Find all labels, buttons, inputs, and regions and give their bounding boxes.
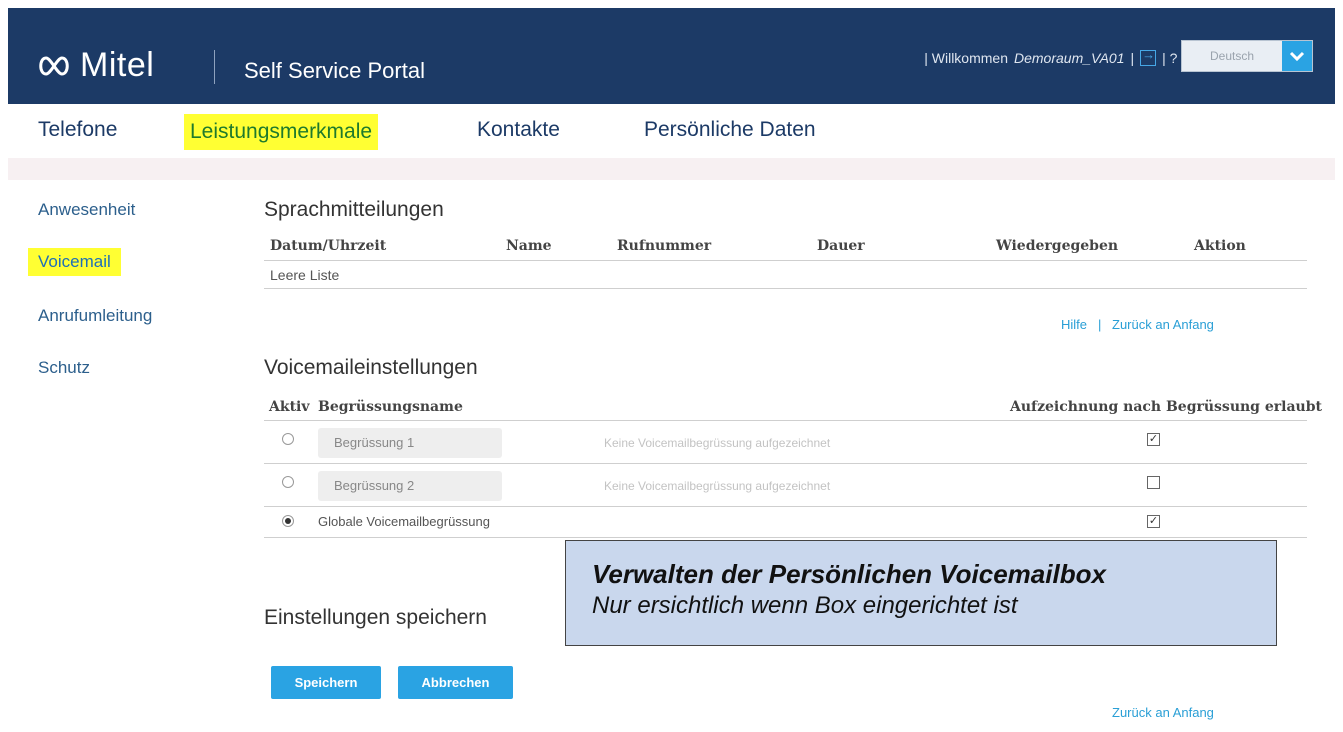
sidebar-item-anrufumleitung[interactable]: Anrufumleitung	[38, 306, 152, 326]
header-user-area: | Willkommen Demoraum_VA01 | | ? |	[924, 47, 1185, 66]
back-to-top-link-bottom[interactable]: Zurück an Anfang	[1112, 705, 1214, 720]
nav-telefone[interactable]: Telefone	[38, 118, 117, 142]
greeting-1-record-checkbox[interactable]: ✓	[1147, 433, 1160, 446]
col-aktiv: Aktiv	[269, 399, 310, 415]
cancel-button[interactable]: Abbrechen	[398, 666, 513, 699]
nav-leistungsmerkmale[interactable]: Leistungsmerkmale	[184, 114, 379, 150]
logout-icon[interactable]	[1140, 47, 1157, 66]
main-nav: Telefone Leistungsmerkmale Kontakte Pers…	[8, 104, 1335, 156]
sidebar-item-voicemail[interactable]: Voicemail	[28, 248, 121, 276]
messages-title: Sprachmitteilungen	[264, 198, 444, 221]
table-header-line	[264, 260, 1307, 261]
col-datum[interactable]: Datum/Uhrzeit	[270, 238, 386, 254]
greeting-1-status: Keine Voicemailbegrüssung aufgezeichnet	[604, 436, 831, 450]
callout-subtext: Nur ersichtlich wenn Box eingerichtet is…	[592, 592, 1018, 619]
col-begruessungsname: Begrüssungsname	[318, 399, 463, 415]
nav-divider-band	[8, 158, 1335, 180]
header-divider	[214, 50, 215, 84]
global-greeting-name: Globale Voicemailbegrüssung	[318, 514, 490, 529]
col-aktion: Aktion	[1194, 238, 1246, 254]
app-header: Mitel Self Service Portal | Willkommen D…	[8, 8, 1335, 104]
greeting-2-name[interactable]: Begrüssung 2	[318, 471, 502, 501]
sidebar-item-anwesenheit[interactable]: Anwesenheit	[38, 200, 135, 220]
info-callout: Verwalten der Persönlichen Voicemailbox …	[565, 540, 1277, 646]
empty-list-text: Leere Liste	[270, 267, 340, 283]
mitel-logo[interactable]: Mitel	[36, 46, 154, 85]
col-dauer[interactable]: Dauer	[817, 238, 865, 254]
col-name[interactable]: Name	[506, 238, 552, 254]
portal-title: Self Service Portal	[244, 58, 425, 83]
col-wiedergegeben[interactable]: Wiedergegeben	[996, 238, 1118, 254]
back-to-top-link[interactable]: Zurück an Anfang	[1112, 317, 1214, 332]
sidebar-item-schutz[interactable]: Schutz	[38, 358, 90, 378]
col-aufzeichnung: Aufzeichnung nach Begrüssung erlaubt	[1010, 399, 1322, 415]
global-greeting-record-checkbox[interactable]: ✓	[1147, 515, 1160, 528]
settings-title: Voicemaileinstellungen	[264, 356, 478, 379]
table-bottom-line	[264, 288, 1307, 289]
welcome-label: | Willkommen	[924, 50, 1008, 66]
greeting-2-record-checkbox[interactable]	[1147, 476, 1160, 489]
link-separator: |	[1098, 317, 1102, 332]
greeting-1-radio[interactable]	[282, 433, 294, 445]
mitel-logo-icon	[39, 55, 69, 76]
greeting-1-name[interactable]: Begrüssung 1	[318, 428, 502, 458]
language-value: Deutsch	[1209, 49, 1255, 63]
col-rufnummer[interactable]: Rufnummer	[617, 238, 711, 254]
header-separator: |	[1130, 50, 1135, 66]
callout-heading: Verwalten der Persönlichen Voicemailbox	[592, 559, 1106, 589]
settings-header-line	[264, 420, 1307, 421]
language-select[interactable]: Deutsch	[1181, 40, 1313, 72]
user-name: Demoraum_VA01	[1014, 50, 1125, 66]
row-divider	[264, 463, 1307, 464]
nav-kontakte[interactable]: Kontakte	[477, 118, 560, 142]
brand-name: Mitel	[80, 46, 155, 84]
row-divider	[264, 537, 1307, 538]
save-title: Einstellungen speichern	[264, 606, 487, 629]
global-greeting-radio[interactable]	[282, 515, 294, 527]
help-link[interactable]: Hilfe	[1061, 317, 1087, 332]
save-button[interactable]: Speichern	[271, 666, 381, 699]
row-divider	[264, 506, 1307, 507]
chevron-down-icon[interactable]	[1282, 41, 1312, 71]
nav-persoenliche-daten[interactable]: Persönliche Daten	[644, 118, 816, 142]
greeting-2-radio[interactable]	[282, 476, 294, 488]
greeting-2-status: Keine Voicemailbegrüssung aufgezeichnet	[604, 479, 831, 493]
